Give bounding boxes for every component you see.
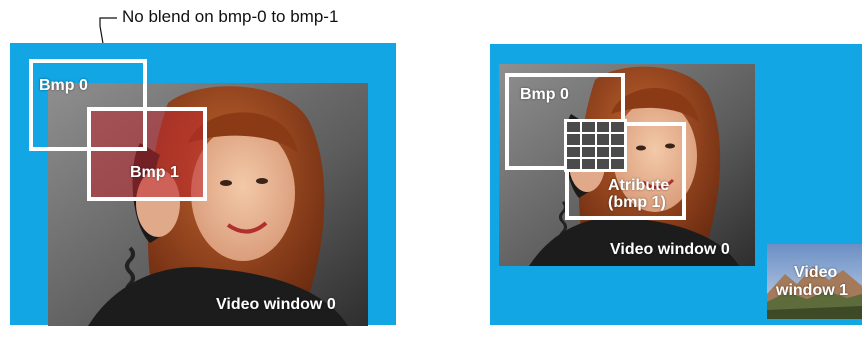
right-panel: Bmp 0 Atribute (bmp 1) Video window 0 Vi… (490, 44, 862, 325)
left-panel: Bmp 0 Bmp 1 Video window 0 (10, 43, 396, 326)
bmp-0-label: Bmp 0 (520, 86, 569, 103)
video-window-0-label: Video window 0 (610, 241, 730, 258)
bmp-0-label: Bmp 0 (39, 77, 88, 94)
video-window-0-label: Video window 0 (216, 296, 336, 313)
attribute-label-line1: Atribute (608, 177, 670, 194)
video-window-1-label-line1: Video (794, 264, 838, 281)
attribute-grid (564, 119, 627, 172)
callout-caption: No blend on bmp-0 to bmp-1 (122, 7, 339, 26)
attribute-label-line2: (bmp 1) (608, 194, 666, 211)
bmp-0-frame (29, 59, 147, 151)
bmp-1-label: Bmp 1 (130, 164, 179, 181)
video-window-1-label-line2: window 1 (776, 282, 848, 299)
